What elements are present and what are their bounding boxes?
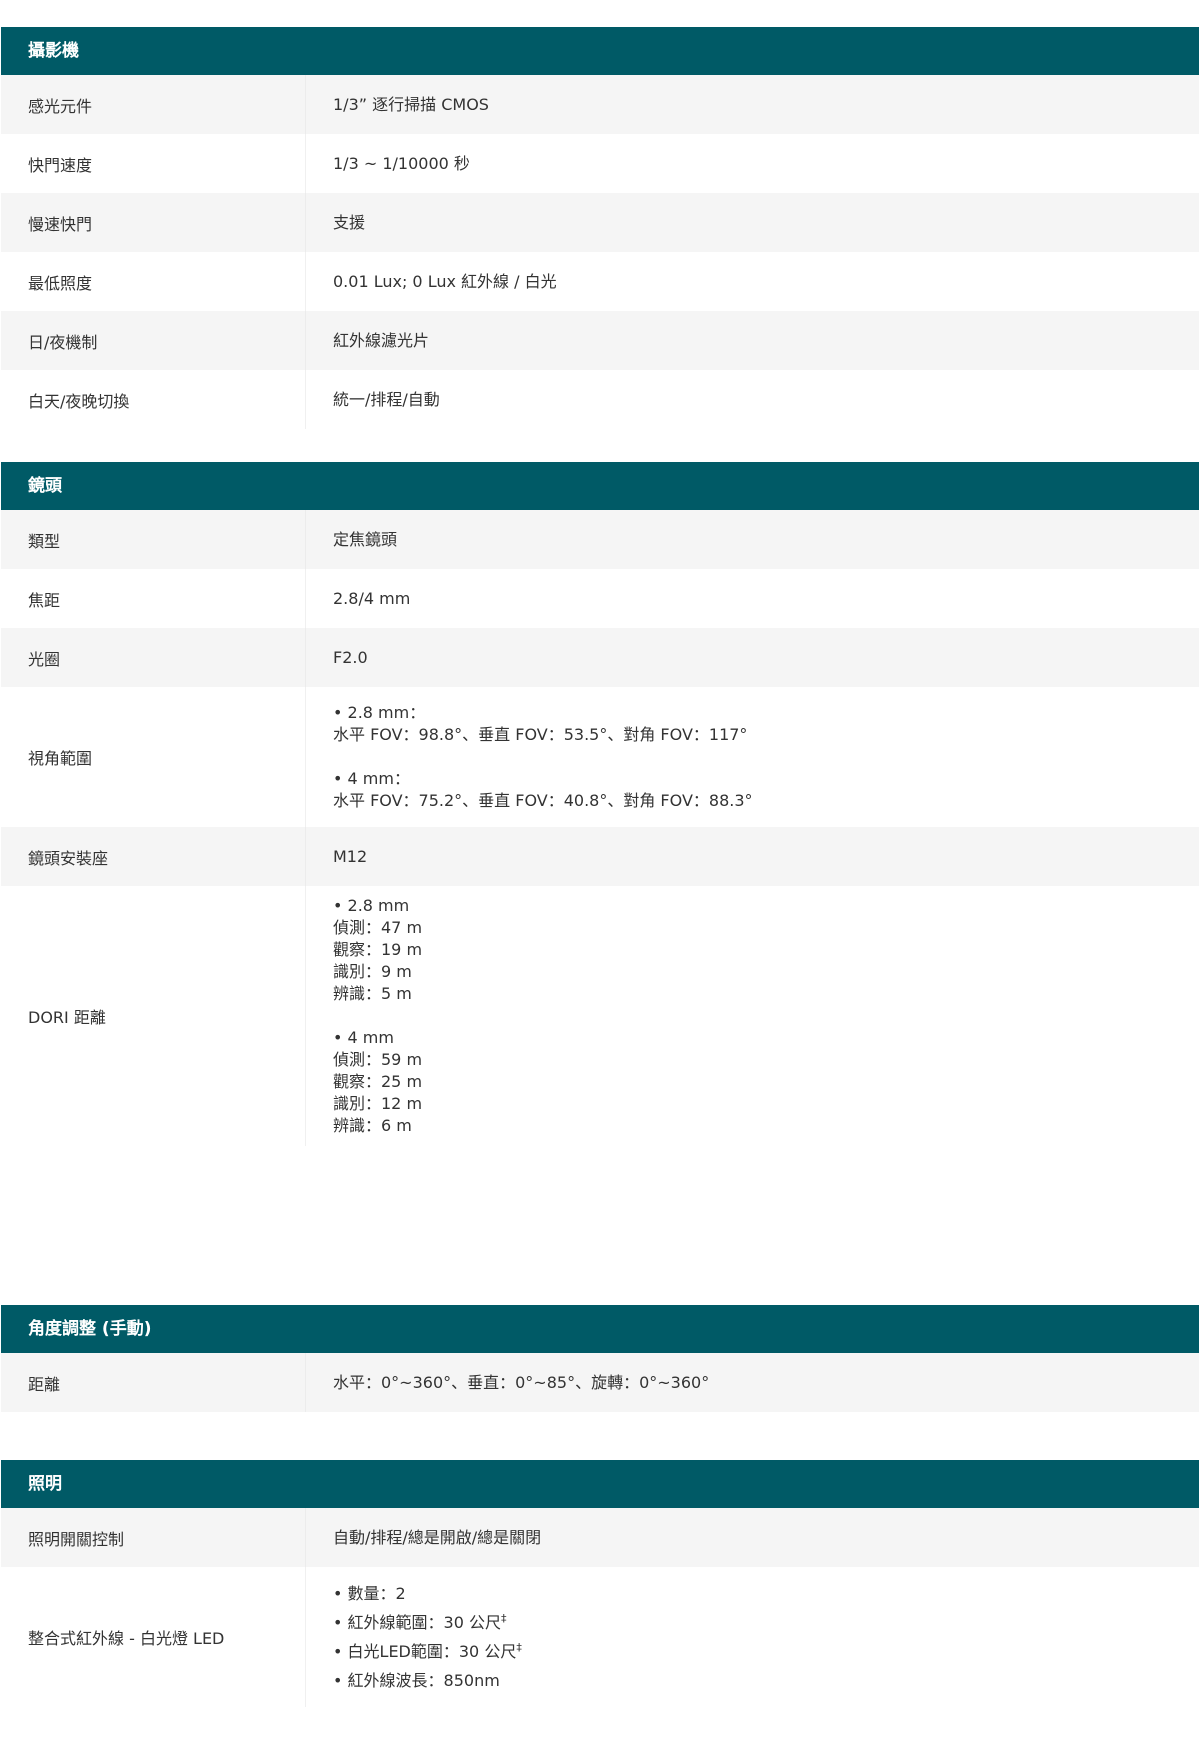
spec-value: M12: [305, 827, 1199, 886]
spec-label: 整合式紅外線 - 白光燈 LED: [28, 1629, 225, 1648]
spec-row: 整合式紅外線 - 白光燈 LED • 數量：2 • 紅外線範圍：30 公尺‡ •…: [1, 1567, 1199, 1707]
section-header-camera: 攝影機: [1, 27, 1199, 75]
spec-value: 水平：0°~360°、垂直：0°~85°、旋轉：0°~360°: [305, 1353, 1199, 1412]
spec-label: 焦距: [28, 590, 61, 610]
spec-row: DORI 距離 • 2.8 mm 偵測：47 m 觀察：19 m 識別：9 m …: [1, 886, 1199, 1146]
spec-label: 最低照度: [28, 273, 93, 293]
spec-label: 慢速快門: [28, 214, 93, 234]
lens-section: 鏡頭 類型 定焦鏡頭 焦距 2.8/4 mm 光圈 F2.0 視角範圍 • 2.…: [1, 462, 1199, 1146]
spec-row: 光圈 F2.0: [1, 628, 1199, 687]
spec-label: 快門速度: [28, 155, 93, 175]
spec-label: 照明開關控制: [28, 1529, 125, 1549]
spec-row: 最低照度 0.01 Lux; 0 Lux 紅外線 / 白光: [1, 252, 1199, 311]
spec-value: • 數量：2 • 紅外線範圍：30 公尺‡ • 白光LED範圍：30 公尺‡ •…: [305, 1567, 1199, 1707]
spec-row: 鏡頭安裝座 M12: [1, 827, 1199, 886]
spec-label: 鏡頭安裝座: [28, 848, 109, 868]
lighting-section: 照明 照明開關控制 自動/排程/總是開啟/總是關閉 整合式紅外線 - 白光燈 L…: [1, 1460, 1199, 1707]
spec-value: 定焦鏡頭: [305, 510, 1199, 569]
spec-row: 類型 定焦鏡頭: [1, 510, 1199, 569]
spec-value: 自動/排程/總是開啟/總是關閉: [305, 1508, 1199, 1567]
spec-value: 支援: [305, 193, 1199, 252]
spec-label: 日/夜機制: [28, 332, 98, 352]
spec-label: 類型: [28, 531, 61, 551]
spec-value: 統一/排程/自動: [305, 370, 1199, 429]
spec-label: 感光元件: [28, 96, 93, 116]
section-header-lighting: 照明: [1, 1460, 1199, 1508]
spec-value: 紅外線濾光片: [305, 311, 1199, 370]
spec-page: 攝影機 感光元件 1/3” 逐行掃描 CMOS 快門速度 1/3 ~ 1/100…: [0, 0, 1200, 1740]
spec-row: 快門速度 1/3 ~ 1/10000 秒: [1, 134, 1199, 193]
section-header-lens: 鏡頭: [1, 462, 1199, 510]
camera-section: 攝影機 感光元件 1/3” 逐行掃描 CMOS 快門速度 1/3 ~ 1/100…: [1, 27, 1199, 429]
spec-row: 視角範圍 • 2.8 mm： 水平 FOV：98.8°、垂直 FOV：53.5°…: [1, 687, 1199, 827]
spec-row: 距離 水平：0°~360°、垂直：0°~85°、旋轉：0°~360°: [1, 1353, 1199, 1412]
spec-value: • 2.8 mm： 水平 FOV：98.8°、垂直 FOV：53.5°、對角 F…: [305, 687, 1199, 827]
spec-value: 1/3 ~ 1/10000 秒: [305, 134, 1199, 193]
spec-row: 慢速快門 支援: [1, 193, 1199, 252]
spec-value: 1/3” 逐行掃描 CMOS: [305, 75, 1199, 134]
spec-label: 視角範圍: [28, 749, 93, 768]
spec-label: 白天/夜晚切換: [28, 391, 130, 411]
spec-row: 照明開關控制 自動/排程/總是開啟/總是關閉: [1, 1508, 1199, 1567]
angle-section: 角度調整 (手動) 距離 水平：0°~360°、垂直：0°~85°、旋轉：0°~…: [1, 1305, 1199, 1412]
footnote-mark: ‡: [516, 1641, 522, 1654]
spec-row: 日/夜機制 紅外線濾光片: [1, 311, 1199, 370]
spec-row: 白天/夜晚切換 統一/排程/自動: [1, 370, 1199, 429]
spec-label: 光圈: [28, 649, 61, 669]
footnote-mark: ‡: [500, 1612, 507, 1625]
section-header-angle: 角度調整 (手動): [1, 1305, 1199, 1353]
spec-row: 焦距 2.8/4 mm: [1, 569, 1199, 628]
spec-value: 2.8/4 mm: [305, 569, 1199, 628]
spec-value: • 2.8 mm 偵測：47 m 觀察：19 m 識別：9 m 辨識：5 m •…: [305, 886, 1199, 1146]
spec-label: 距離: [28, 1374, 61, 1394]
spec-value: 0.01 Lux; 0 Lux 紅外線 / 白光: [305, 252, 1199, 311]
spec-value: F2.0: [305, 628, 1199, 687]
spec-row: 感光元件 1/3” 逐行掃描 CMOS: [1, 75, 1199, 134]
spec-label: DORI 距離: [28, 1008, 106, 1027]
